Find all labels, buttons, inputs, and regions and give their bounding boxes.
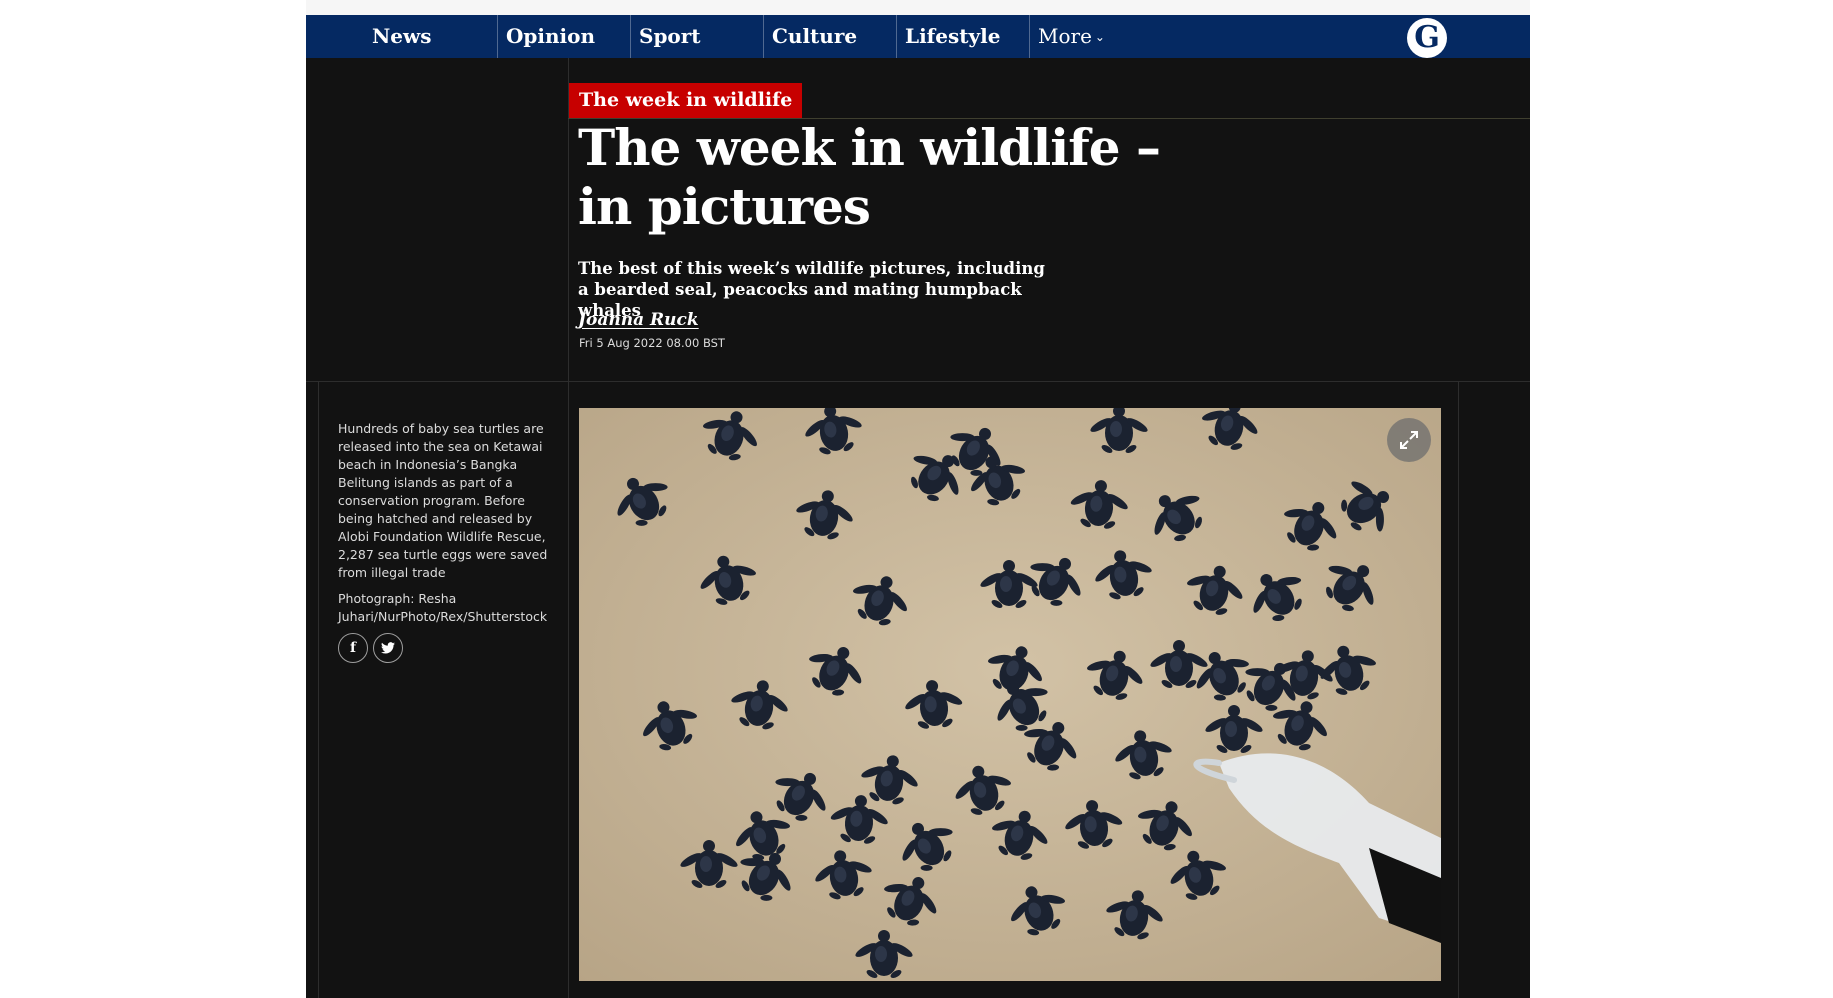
column-divider	[568, 58, 569, 998]
left-rail-divider	[318, 382, 319, 998]
main-nav: News Opinion Sport Culture Lifestyle Mor…	[306, 15, 1530, 58]
twitter-icon	[381, 642, 395, 654]
photo-credit: Photograph: Resha Juhari/NurPhoto/Rex/Sh…	[338, 591, 548, 624]
article-page: News Opinion Sport Culture Lifestyle Mor…	[306, 0, 1530, 998]
nav-more[interactable]: More ⌄	[1029, 15, 1139, 58]
publish-date: Fri 5 Aug 2022 08.00 BST	[579, 336, 725, 350]
nav-more-label: More	[1038, 24, 1092, 48]
guardian-logo[interactable]: G	[1407, 18, 1447, 58]
author-byline[interactable]: Joanna Ruck	[578, 309, 699, 331]
top-strip	[306, 0, 1530, 15]
header-divider	[306, 381, 1530, 382]
series-kicker[interactable]: The week in wildlife	[569, 83, 803, 118]
sea-turtles-photo	[579, 408, 1441, 981]
facebook-icon: f	[349, 640, 357, 656]
nav-sport[interactable]: Sport	[630, 15, 763, 58]
share-facebook-button[interactable]: f	[338, 633, 368, 663]
nav-news[interactable]: News	[364, 15, 497, 58]
share-twitter-button[interactable]	[373, 633, 403, 663]
nav-lifestyle[interactable]: Lifestyle	[896, 15, 1029, 58]
nav-opinion[interactable]: Opinion	[497, 15, 630, 58]
guardian-logo-letter: G	[1414, 20, 1440, 55]
nav-culture[interactable]: Culture	[763, 15, 896, 58]
gallery-photo[interactable]	[579, 408, 1441, 981]
chevron-down-icon: ⌄	[1094, 30, 1105, 44]
expand-icon	[1400, 431, 1418, 449]
image-caption: Hundreds of baby sea turtles are release…	[338, 421, 548, 580]
right-rail-divider	[1458, 382, 1459, 998]
expand-image-button[interactable]	[1387, 418, 1431, 462]
page-title: The week in wildlife – in pictures	[578, 118, 1161, 236]
